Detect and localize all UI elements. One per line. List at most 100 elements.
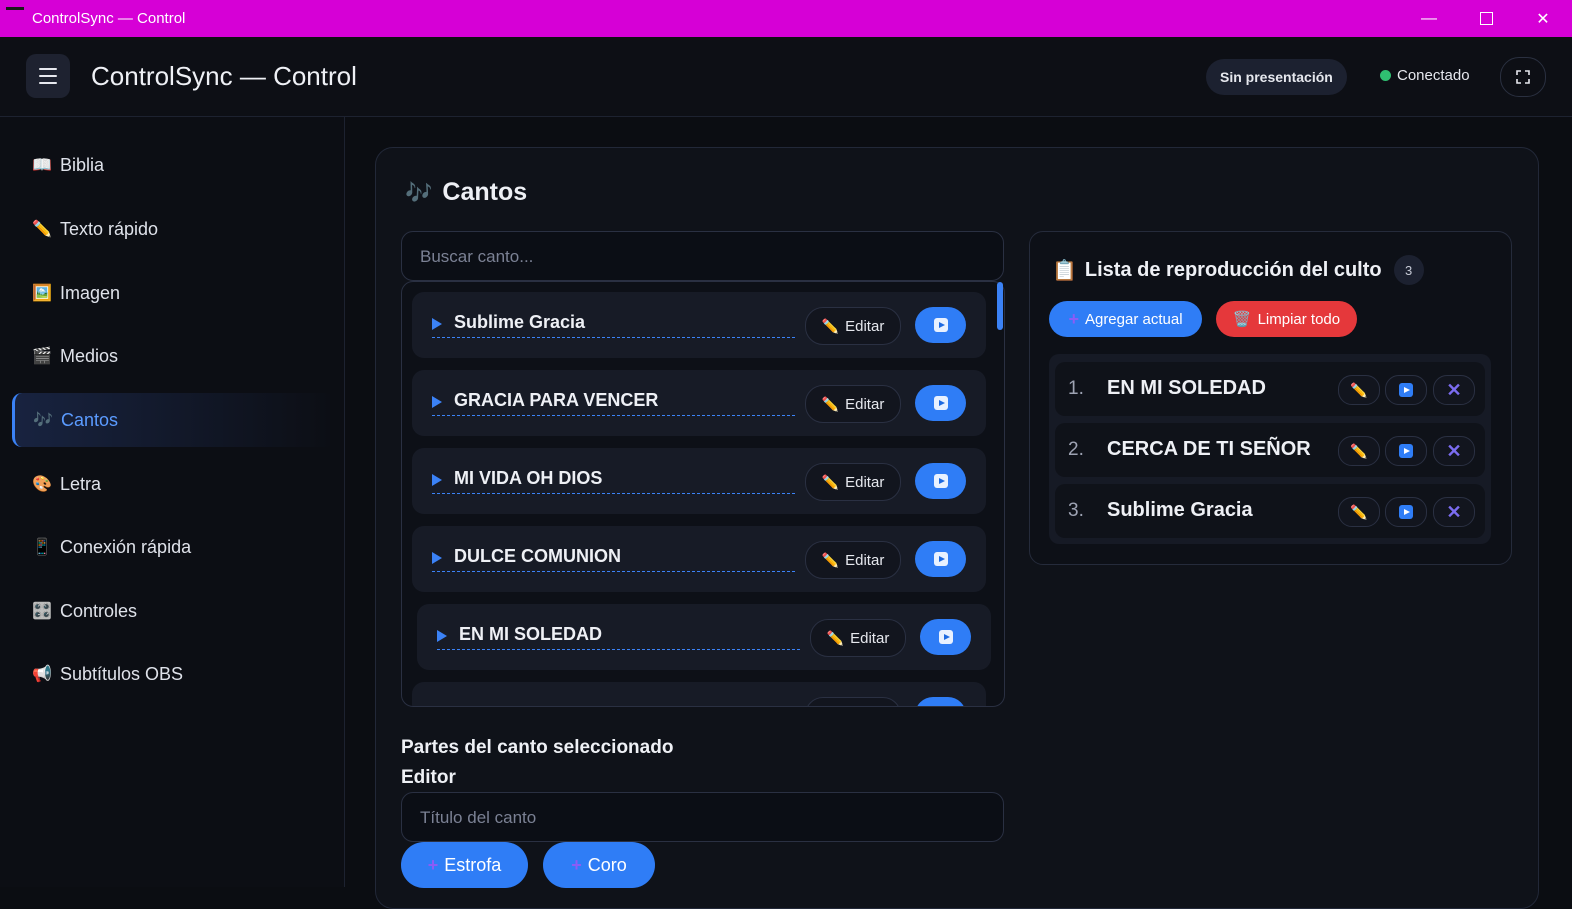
song-item[interactable]: DULCE COMUNION ✏️ Editar	[412, 526, 986, 592]
song-name[interactable]: Sublime Gracia	[454, 312, 585, 333]
expand-triangle-icon[interactable]	[432, 318, 442, 330]
clear-all-button[interactable]: 🗑️ Limpiar todo	[1216, 301, 1357, 337]
search-placeholder: Buscar canto...	[420, 247, 534, 266]
pencil-icon: ✏️	[821, 551, 840, 568]
song-search-input[interactable]: Buscar canto...	[401, 231, 1004, 281]
sidebar-item-cantos[interactable]: 🎶 Cantos	[12, 393, 335, 447]
sidebar-item-medios[interactable]: 🎬 Medios	[12, 329, 332, 383]
connection-status: Conectado	[1380, 67, 1470, 84]
sidebar: 📖 Biblia ✏️ Texto rápido 🖼️ Imagen 🎬 Medios …	[0, 117, 345, 887]
fullscreen-button[interactable]	[1500, 57, 1546, 97]
song-title-input[interactable]: Título del canto	[401, 792, 1004, 842]
playlist-item-number: 1.	[1068, 378, 1084, 399]
pencil-icon: ✏️	[1350, 442, 1368, 459]
play-icon	[938, 630, 953, 644]
minimize-icon: —	[1421, 9, 1437, 27]
present-song-button[interactable]	[915, 541, 966, 577]
expand-triangle-icon[interactable]	[432, 396, 442, 408]
edit-song-button[interactable]: ✏️ Editar	[805, 307, 901, 345]
sidebar-item-texto-rapido[interactable]: ✏️ Texto rápido	[12, 202, 332, 256]
song-name[interactable]: DULCE COMUNION	[454, 546, 621, 567]
play-icon	[1399, 505, 1413, 519]
edit-song-button[interactable]: ✏️ Editar	[805, 385, 901, 423]
edit-song-button[interactable]: ✏️ Editar	[810, 619, 906, 657]
playlist-item[interactable]: 1. EN MI SOLEDAD ✏️ ✕	[1055, 362, 1485, 416]
edit-playlist-item-button[interactable]: ✏️	[1338, 497, 1380, 527]
minimize-button[interactable]: —	[1400, 0, 1458, 37]
sidebar-item-biblia[interactable]: 📖 Biblia	[12, 138, 332, 192]
song-title-placeholder: Título del canto	[420, 808, 537, 827]
edit-playlist-item-button[interactable]: ✏️	[1338, 436, 1380, 466]
maximize-button[interactable]	[1457, 0, 1515, 37]
song-item[interactable]: MI VIDA OH DIOS ✏️ Editar	[412, 448, 986, 514]
play-icon	[933, 318, 948, 332]
megaphone-icon: 📢	[32, 666, 52, 683]
present-song-button[interactable]	[915, 307, 966, 343]
status-dot-icon	[1380, 70, 1391, 81]
song-list[interactable]: Sublime Gracia ✏️ Editar GRACIA PARA VENC…	[401, 281, 1005, 707]
edit-song-button[interactable]: ✏️ Editar	[805, 541, 901, 579]
sidebar-item-controles[interactable]: 🎛️ Controles	[12, 584, 332, 638]
song-item[interactable]	[412, 682, 986, 706]
presentation-status-button[interactable]: Sin presentación	[1206, 59, 1347, 95]
add-chorus-button[interactable]: + Coro	[543, 842, 655, 888]
play-icon	[1399, 383, 1413, 397]
remove-playlist-item-button[interactable]: ✕	[1433, 375, 1475, 405]
present-song-button[interactable]	[915, 385, 966, 421]
expand-triangle-icon[interactable]	[432, 474, 442, 486]
song-name[interactable]: EN MI SOLEDAD	[459, 624, 602, 645]
pencil-icon: ✏️	[32, 221, 52, 238]
present-playlist-item-button[interactable]	[1385, 375, 1427, 405]
expand-triangle-icon[interactable]	[432, 552, 442, 564]
page-title: 🎶 Cantos	[405, 178, 528, 206]
sidebar-item-letra[interactable]: 🎨 Letra	[12, 457, 332, 511]
edit-song-button[interactable]: ✏️ Editar	[805, 463, 901, 501]
pencil-icon: ✏️	[821, 473, 840, 490]
playlist-item-name[interactable]: Sublime Gracia	[1107, 499, 1253, 522]
song-name[interactable]: MI VIDA OH DIOS	[454, 468, 602, 489]
present-song-button[interactable]	[915, 463, 966, 499]
menu-button[interactable]	[26, 54, 70, 98]
edit-playlist-item-button[interactable]: ✏️	[1338, 375, 1380, 405]
playlist-item[interactable]: 2. CERCA DE TI SEÑOR ✏️ ✕	[1055, 423, 1485, 477]
close-icon: ✕	[1536, 10, 1550, 28]
playlist-item[interactable]: 3. Sublime Gracia ✏️ ✕	[1055, 484, 1485, 538]
remove-playlist-item-button[interactable]: ✕	[1433, 497, 1475, 527]
add-verse-button[interactable]: + Estrofa	[401, 842, 528, 888]
playlist-count-badge: 3	[1393, 255, 1424, 285]
remove-playlist-item-button[interactable]: ✕	[1433, 436, 1475, 466]
add-current-button[interactable]: + Agregar actual	[1049, 301, 1202, 337]
play-icon	[933, 552, 948, 566]
music-notes-icon: 🎶	[405, 179, 433, 205]
book-icon: 📖	[32, 157, 52, 174]
song-list-scrollbar[interactable]	[997, 282, 1003, 330]
playlist-title: 📋 Lista de reproducción del culto 3	[1052, 255, 1424, 285]
expand-triangle-icon[interactable]	[437, 630, 447, 642]
sidebar-item-subtitulos-obs[interactable]: 📢 Subtítulos OBS	[12, 647, 332, 701]
play-icon	[933, 474, 948, 488]
app-icon	[6, 7, 24, 10]
song-item[interactable]: EN MI SOLEDAD ✏️ Editar	[417, 604, 991, 670]
plus-icon: +	[1068, 308, 1079, 329]
present-song-button[interactable]	[920, 619, 971, 655]
playlist-item-name[interactable]: EN MI SOLEDAD	[1107, 377, 1266, 400]
song-item[interactable]: GRACIA PARA VENCER ✏️ Editar	[412, 370, 986, 436]
close-window-button[interactable]: ✕	[1514, 0, 1572, 37]
picture-icon: 🖼️	[32, 285, 52, 302]
song-item[interactable]: Sublime Gracia ✏️ Editar	[412, 292, 986, 358]
playlist-item-name[interactable]: CERCA DE TI SEÑOR	[1107, 438, 1311, 461]
playlist-item-number: 2.	[1068, 439, 1084, 460]
sidebar-item-imagen[interactable]: 🖼️ Imagen	[12, 266, 332, 320]
edit-song-button[interactable]	[805, 697, 901, 706]
pencil-icon: ✏️	[1350, 381, 1368, 398]
close-icon: ✕	[1446, 501, 1462, 522]
present-playlist-item-button[interactable]	[1385, 497, 1427, 527]
editor-heading: Editor	[401, 767, 456, 788]
sidebar-item-conexion-rapida[interactable]: 📱 Conexión rápida	[12, 520, 332, 574]
fullscreen-icon	[1516, 70, 1530, 84]
app-title: ControlSync — Control	[91, 61, 357, 91]
song-name[interactable]: GRACIA PARA VENCER	[454, 390, 658, 411]
present-playlist-item-button[interactable]	[1385, 436, 1427, 466]
close-icon: ✕	[1446, 379, 1462, 400]
present-song-button[interactable]	[915, 697, 966, 706]
